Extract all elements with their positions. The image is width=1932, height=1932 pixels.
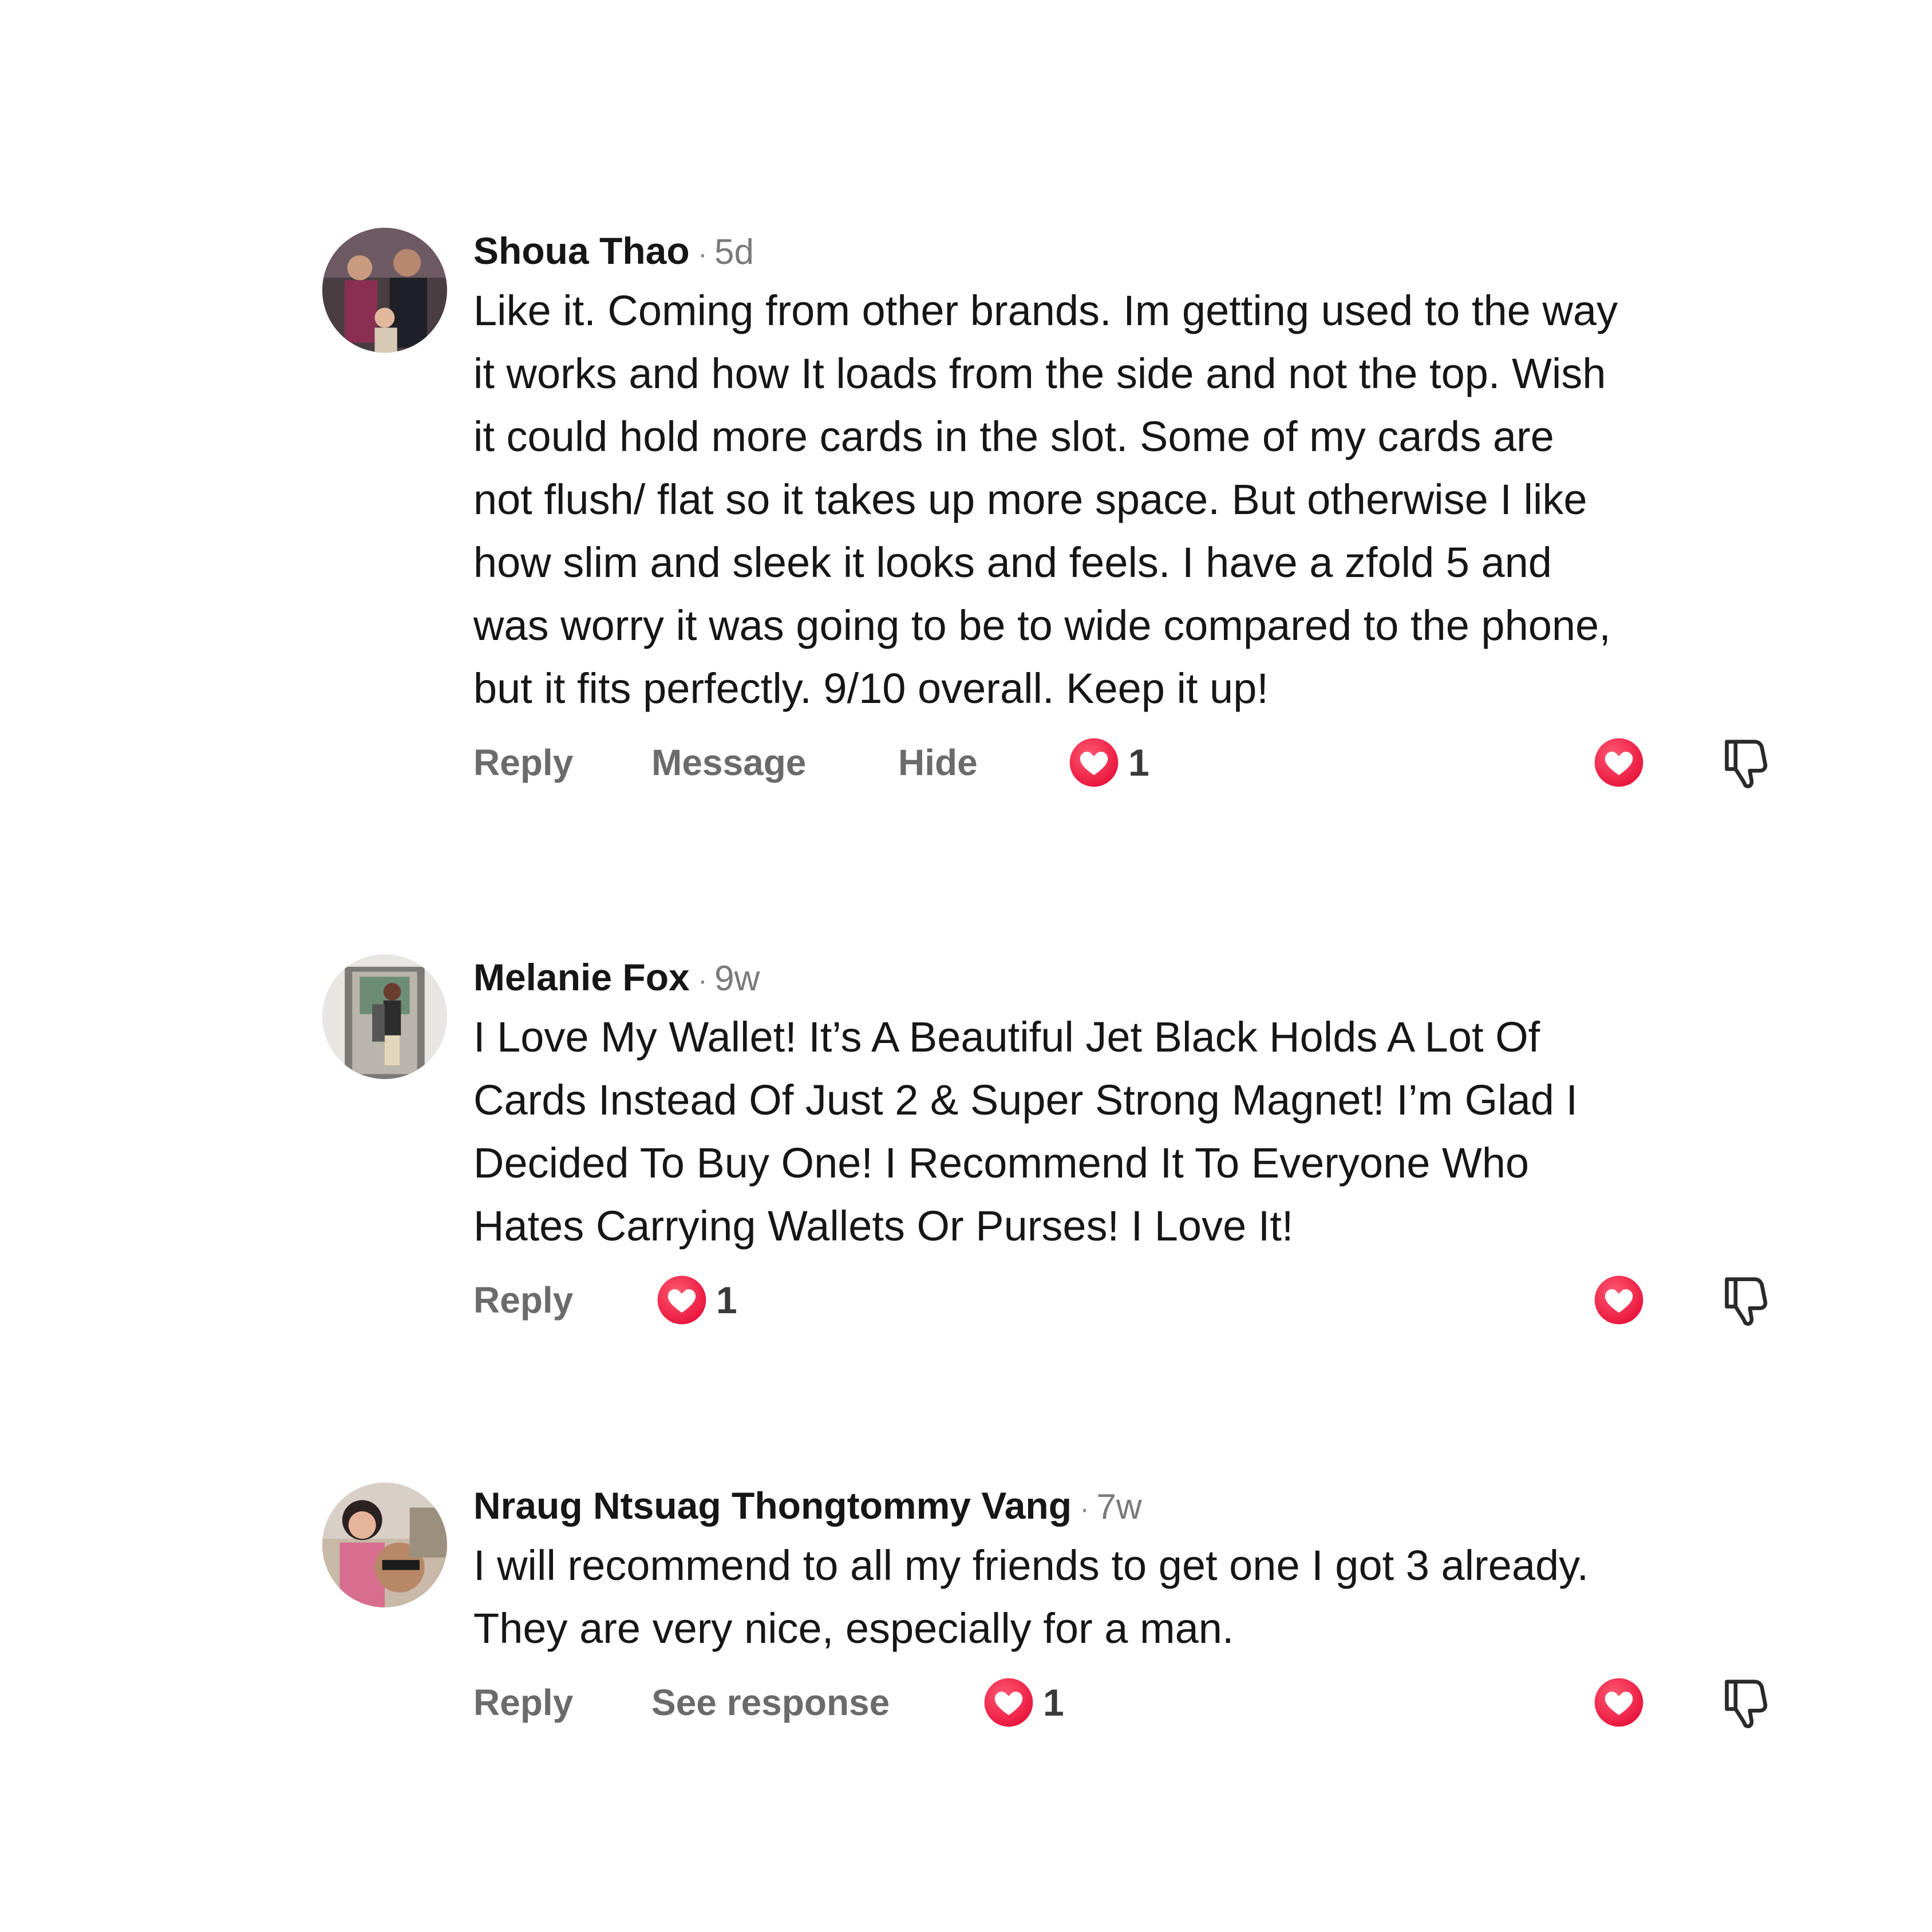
- like-count[interactable]: 1: [1068, 734, 1149, 791]
- comment-content: Nraug Ntsuag Thongtommy Vang · 7w I will r…: [473, 1483, 1618, 1731]
- thumbs-down-icon[interactable]: [1721, 735, 1771, 790]
- reply-button[interactable]: Reply: [473, 1271, 573, 1329]
- comment-actions: Reply See response 1: [473, 1674, 1618, 1731]
- thumbs-down-icon[interactable]: [1721, 1675, 1771, 1730]
- author-name[interactable]: Melanie Fox: [473, 956, 690, 998]
- heart-icon[interactable]: [1593, 1274, 1645, 1326]
- thumbs-down-icon[interactable]: [1721, 1273, 1771, 1327]
- message-button[interactable]: Message: [651, 734, 806, 791]
- heart-badge-icon: [982, 1676, 1035, 1729]
- comment-meta: Nraug Ntsuag Thongtommy Vang · 7w: [473, 1483, 1618, 1528]
- author-name[interactable]: Nraug Ntsuag Thongtommy Vang: [473, 1484, 1072, 1527]
- comment-content: Melanie Fox · 9w I Love My Wallet! It’s A …: [473, 954, 1618, 1329]
- author-name[interactable]: Shoua Thao: [473, 230, 690, 272]
- like-count[interactable]: 1: [655, 1271, 737, 1329]
- heart-badge-icon: [655, 1274, 708, 1326]
- comment-time: 7w: [1096, 1487, 1142, 1527]
- comment-text: Like it. Coming from other brands. Im ge…: [473, 287, 1618, 712]
- see-response-button[interactable]: See response: [651, 1674, 890, 1731]
- like-count-number: 1: [716, 1279, 737, 1321]
- like-count-number: 1: [1128, 741, 1149, 784]
- comment-meta: Melanie Fox · 9w: [473, 954, 1618, 1000]
- like-count-number: 1: [1043, 1681, 1064, 1724]
- comment-text: I Love My Wallet! It’s A Beautiful Jet B…: [473, 1013, 1578, 1250]
- comment-actions: Reply 1: [473, 1271, 1618, 1329]
- heart-icon[interactable]: [1593, 736, 1645, 789]
- comment-actions: Reply Message Hide 1: [473, 734, 1618, 791]
- meta-separator: ·: [697, 964, 708, 997]
- comment-meta: Shoua Thao · 5d: [473, 228, 1618, 274]
- heart-icon[interactable]: [1593, 1676, 1645, 1729]
- heart-badge-icon: [1068, 736, 1120, 789]
- meta-separator: ·: [697, 238, 708, 271]
- comment-content: Shoua Thao · 5d Like it. Coming from other…: [473, 228, 1618, 791]
- reply-button[interactable]: Reply: [473, 1674, 573, 1731]
- avatar[interactable]: [322, 228, 447, 353]
- avatar[interactable]: [322, 954, 447, 1079]
- avatar[interactable]: [322, 1483, 447, 1607]
- comment-time: 9w: [714, 959, 760, 998]
- reply-button[interactable]: Reply: [473, 734, 573, 791]
- like-count[interactable]: 1: [982, 1674, 1064, 1731]
- hide-button[interactable]: Hide: [898, 734, 978, 791]
- meta-separator: ·: [1080, 1492, 1090, 1526]
- comment-time: 5d: [714, 232, 754, 272]
- comment-text: I will recommend to all my friends to ge…: [473, 1542, 1589, 1652]
